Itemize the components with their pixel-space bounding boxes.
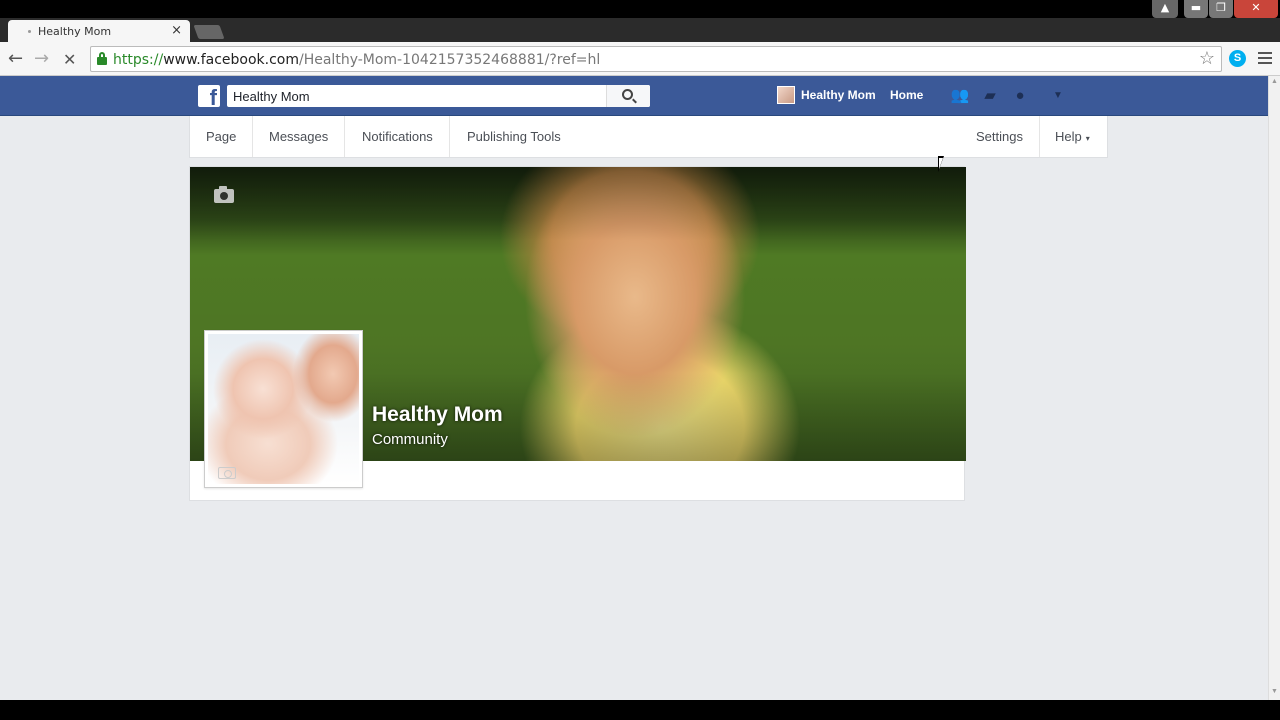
facebook-top-bar: f Healthy Mom Home 👥 ▰ ● ▼ (0, 76, 1268, 116)
tab-page[interactable]: Page (190, 116, 254, 157)
profile-picture[interactable] (204, 330, 363, 488)
facebook-search (227, 85, 650, 107)
screen: Healthy Mom × ▲ ▬ ❐ ✕ ← → ✕ https://www.… (0, 0, 1280, 720)
search-button[interactable] (606, 85, 650, 107)
tab-favicon-icon (28, 30, 31, 33)
help-label: Help (1055, 129, 1082, 144)
browser-menu-icon[interactable] (1258, 52, 1272, 64)
tab-settings[interactable]: Settings (960, 116, 1040, 157)
profile-photo (208, 334, 359, 484)
window-close-button[interactable]: ✕ (1234, 0, 1278, 18)
tab-close-icon[interactable]: × (171, 23, 182, 38)
tab-publishing-tools[interactable]: Publishing Tools (451, 116, 577, 157)
skype-extension-icon[interactable]: S (1229, 50, 1246, 67)
page-viewport: f Healthy Mom Home 👥 ▰ ● ▼ Page Messages… (0, 76, 1268, 700)
address-bar[interactable]: https://www.facebook.com/Healthy-Mom-104… (90, 46, 1222, 72)
profile-camera-icon[interactable] (218, 467, 236, 479)
messages-icon[interactable]: ▰ (980, 87, 1000, 105)
tab-title: Healthy Mom (38, 25, 112, 38)
mouse-cursor-icon (938, 156, 944, 172)
window-minimize-button[interactable]: ▬ (1184, 0, 1208, 18)
tab-help[interactable]: Help ▾ (1039, 116, 1106, 157)
profile-link[interactable]: Healthy Mom (801, 88, 876, 102)
url-path: /Healthy-Mom-1042157352468881/?ref=hl (299, 52, 601, 68)
tab-messages[interactable]: Messages (253, 116, 346, 157)
window-maximize-button[interactable]: ❐ (1209, 0, 1233, 18)
scroll-down-icon[interactable]: ▼ (1271, 688, 1278, 695)
facebook-logo-icon[interactable]: f (198, 85, 220, 107)
page-scrollbar[interactable]: ▲ ▼ (1268, 76, 1280, 700)
lock-icon (97, 52, 107, 65)
back-arrow-icon[interactable]: ← (8, 48, 23, 69)
search-icon (622, 89, 633, 100)
forward-arrow-icon[interactable]: → (34, 48, 49, 69)
url-host: www.facebook.com (163, 52, 299, 68)
help-caret-icon: ▾ (1085, 134, 1090, 143)
account-menu-caret-icon[interactable]: ▼ (1048, 87, 1068, 105)
page-category: Community (372, 431, 448, 448)
window-user-icon[interactable]: ▲ (1152, 0, 1178, 18)
stop-loading-icon[interactable]: ✕ (63, 50, 76, 69)
home-link[interactable]: Home (890, 88, 923, 102)
cover-card: Healthy Mom Community (189, 166, 966, 501)
scroll-up-icon[interactable]: ▲ (1271, 78, 1278, 85)
friend-requests-icon[interactable]: 👥 (950, 87, 970, 105)
tab-notifications[interactable]: Notifications (346, 116, 450, 157)
url-protocol: https:// (113, 52, 164, 68)
page-admin-nav: Page Messages Notifications Publishing T… (189, 116, 1108, 158)
notifications-globe-icon[interactable]: ● (1010, 87, 1030, 105)
browser-toolbar: ← → ✕ https://www.facebook.com/Healthy-M… (0, 42, 1280, 76)
camera-icon[interactable] (214, 186, 234, 203)
search-input[interactable] (227, 85, 607, 107)
new-tab-button[interactable] (193, 25, 225, 39)
browser-tabstrip: Healthy Mom × (0, 18, 1280, 42)
page-title[interactable]: Healthy Mom (372, 403, 503, 427)
bookmark-star-icon[interactable]: ☆ (1199, 48, 1215, 69)
url-text: https://www.facebook.com/Healthy-Mom-104… (113, 52, 600, 68)
browser-tab[interactable]: Healthy Mom × (8, 20, 190, 42)
avatar[interactable] (777, 86, 795, 104)
